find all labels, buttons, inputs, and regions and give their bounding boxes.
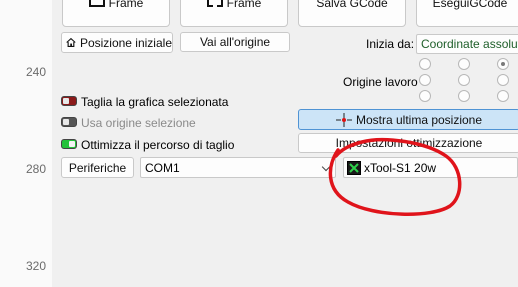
- origin-radio-middle-left[interactable]: [419, 74, 431, 86]
- start-from-label: Inizia da:: [366, 37, 415, 51]
- crosshair-icon: [335, 112, 352, 127]
- save-gcode-button[interactable]: Salva GCode: [298, 0, 406, 27]
- cut-selected-label: Taglia la grafica selezionata: [81, 95, 229, 109]
- save-gcode-label: Salva GCode: [316, 0, 388, 10]
- optimize-path-label: Ottimizza il percorso di taglio: [81, 138, 235, 152]
- origin-radio-top-left[interactable]: [419, 58, 431, 70]
- job-origin-label: Origine lavoro: [343, 75, 418, 89]
- laser-panel: Frame Frame Salva GCode EseguiGCode Posi…: [52, 0, 518, 287]
- origin-radio-top-center[interactable]: [458, 58, 470, 70]
- frame-outline-button-label: Frame: [226, 0, 262, 10]
- ruler-mark-240: 240: [26, 65, 47, 79]
- annotation-circle: [328, 137, 462, 216]
- goto-origin-label: Vai all'origine: [199, 35, 271, 49]
- run-gcode-label: EseguiGCode: [432, 0, 508, 10]
- show-last-position-button[interactable]: Mostra ultima posizione: [298, 109, 518, 130]
- vertical-ruler: 240 280 320: [0, 0, 52, 287]
- origin-radio-middle-right[interactable]: [497, 74, 509, 86]
- home-position-label: Posizione iniziale: [79, 35, 172, 50]
- frame-outline-icon: [206, 0, 223, 7]
- origin-radio-top-right[interactable]: [497, 58, 509, 70]
- home-icon: [66, 37, 76, 47]
- start-from-value: Coordinate assolute: [421, 37, 518, 51]
- origin-radio-bottom-center[interactable]: [458, 90, 470, 102]
- goto-origin-button[interactable]: Vai all'origine: [180, 32, 290, 52]
- frame-outline-button[interactable]: Frame: [180, 0, 288, 27]
- use-selection-origin-label: Usa origine selezione: [81, 116, 196, 130]
- devices-label: Periferiche: [68, 160, 127, 175]
- ruler-mark-320: 320: [26, 259, 47, 273]
- frame-button[interactable]: Frame: [62, 0, 170, 27]
- show-last-position-label: Mostra ultima posizione: [355, 112, 483, 127]
- devices-button[interactable]: Periferiche: [61, 157, 134, 178]
- frame-button-label: Frame: [108, 0, 144, 10]
- origin-radio-middle-center[interactable]: [458, 74, 470, 86]
- home-position-button[interactable]: Posizione iniziale: [61, 32, 173, 53]
- optimize-path-toggle[interactable]: [61, 139, 77, 149]
- ruler-mark-280: 280: [26, 162, 47, 176]
- port-value: COM1: [145, 160, 180, 175]
- origin-radio-bottom-right[interactable]: [497, 90, 509, 102]
- run-gcode-button[interactable]: EseguiGCode: [416, 0, 518, 27]
- use-selection-origin-toggle[interactable]: [61, 117, 77, 127]
- frame-icon: [88, 0, 105, 7]
- port-select[interactable]: COM1: [140, 157, 336, 178]
- start-from-select[interactable]: Coordinate assolute: [416, 34, 518, 54]
- cut-selected-toggle[interactable]: [61, 96, 77, 106]
- origin-radio-bottom-left[interactable]: [419, 90, 431, 102]
